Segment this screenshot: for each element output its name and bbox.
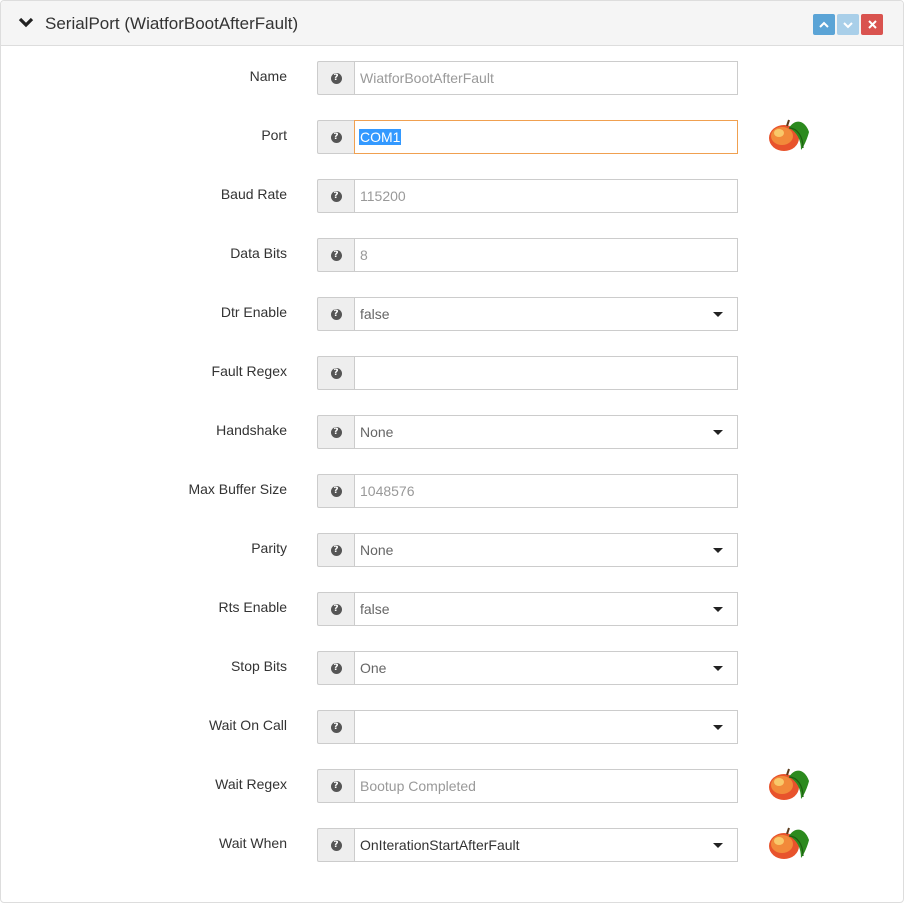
help-button[interactable]: ? [317,710,354,744]
caret-down-icon [713,548,723,553]
question-circle-icon: ? [330,72,342,84]
baud-rate-input[interactable]: 115200 [354,179,738,213]
help-button[interactable]: ? [317,474,354,508]
form-row-parity: Parity ? None [1,533,903,567]
field-label: Handshake [216,422,287,438]
help-button[interactable]: ? [317,769,354,803]
field-label: Baud Rate [220,186,287,202]
name-input[interactable]: WiatforBootAfterFault [354,61,738,95]
field-label: Port [261,127,287,143]
help-button[interactable]: ? [317,828,354,862]
panel-title: SerialPort (WiatforBootAfterFault) [45,14,299,33]
form-row-fault-regex: Fault Regex ? [1,356,903,390]
fault-regex-input[interactable] [354,356,738,390]
port-input[interactable]: COM1 [354,120,738,154]
field-label: Max Buffer Size [188,481,287,497]
question-circle-icon: ? [330,839,342,851]
question-circle-icon: ? [330,780,342,792]
caret-down-icon [713,843,723,848]
form-row-wait-when: Wait When ? OnIterationStartAfterFault [1,827,903,862]
form-row-baud-rate: Baud Rate ? 115200 [1,179,903,213]
chevron-down-icon[interactable] [17,15,35,31]
field-label: Dtr Enable [220,304,287,320]
form-row-handshake: Handshake ? None [1,415,903,449]
question-circle-icon: ? [330,131,342,143]
stop-bits-select[interactable]: One [354,651,738,685]
field-label: Parity [251,540,287,556]
field-label: Rts Enable [218,599,287,615]
help-button[interactable]: ? [317,297,354,331]
caret-down-icon [713,607,723,612]
help-button[interactable]: ? [317,120,354,154]
help-button[interactable]: ? [317,592,354,626]
wait-on-call-select[interactable] [354,710,738,744]
question-circle-icon: ? [330,721,342,733]
field-label: Wait When [219,835,287,851]
question-circle-icon: ? [330,662,342,674]
question-circle-icon: ? [330,426,342,438]
close-icon [867,20,877,29]
move-down-button[interactable] [837,14,859,35]
question-circle-icon: ? [330,249,342,261]
question-circle-icon: ? [330,544,342,556]
header-buttons [813,14,883,35]
form-row-dtr-enable: Dtr Enable ? false [1,297,903,331]
wait-when-select[interactable]: OnIterationStartAfterFault [354,828,738,862]
data-bits-input[interactable]: 8 [354,238,738,272]
help-button[interactable]: ? [317,61,354,95]
peach-icon [769,119,809,151]
form-row-max-buffer-size: Max Buffer Size ? 1048576 [1,474,903,508]
chevron-up-icon [819,21,829,28]
dtr-enable-select[interactable]: false [354,297,738,331]
wait-regex-input[interactable]: Bootup Completed [354,769,738,803]
field-label: Stop Bits [230,658,287,674]
field-label: Wait On Call [208,717,287,733]
serialport-panel: SerialPort (WiatforBootAfterFault) Name … [0,0,904,903]
help-button[interactable]: ? [317,415,354,449]
form-row-wait-on-call: Wait On Call ? [1,710,903,744]
field-label: Name [249,68,287,84]
panel-header: SerialPort (WiatforBootAfterFault) [1,1,903,46]
peach-icon [769,827,809,859]
max-buffer-size-input[interactable]: 1048576 [354,474,738,508]
help-button[interactable]: ? [317,179,354,213]
handshake-select[interactable]: None [354,415,738,449]
question-circle-icon: ? [330,367,342,379]
field-label: Fault Regex [211,363,287,379]
caret-down-icon [713,312,723,317]
help-button[interactable]: ? [317,651,354,685]
form-row-wait-regex: Wait Regex ? Bootup Completed [1,768,903,803]
caret-down-icon [713,725,723,730]
question-circle-icon: ? [330,485,342,497]
field-label: Data Bits [230,245,287,261]
rts-enable-select[interactable]: false [354,592,738,626]
remove-button[interactable] [861,14,883,35]
form-row-stop-bits: Stop Bits ? One [1,651,903,685]
question-circle-icon: ? [330,308,342,320]
question-circle-icon: ? [330,603,342,615]
parity-select[interactable]: None [354,533,738,567]
form-row-rts-enable: Rts Enable ? false [1,592,903,626]
help-button[interactable]: ? [317,356,354,390]
form-row-port: Port ? COM1 [1,119,903,154]
peach-icon [769,768,809,800]
form-row-name: Name ? WiatforBootAfterFault [1,61,903,95]
move-up-button[interactable] [813,14,835,35]
help-button[interactable]: ? [317,533,354,567]
help-button[interactable]: ? [317,238,354,272]
caret-down-icon [713,430,723,435]
field-label: Wait Regex [215,776,287,792]
chevron-down-icon [843,21,853,28]
question-circle-icon: ? [330,190,342,202]
caret-down-icon [713,666,723,671]
form-row-data-bits: Data Bits ? 8 [1,238,903,272]
